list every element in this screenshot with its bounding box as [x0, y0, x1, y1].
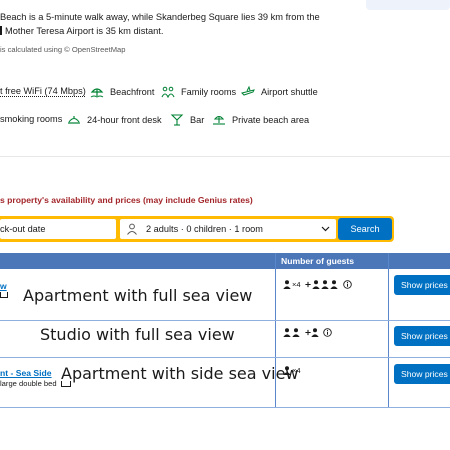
info-icon[interactable] — [342, 280, 352, 289]
amenity-wifi: t free WiFi (74 Mbps) — [0, 86, 86, 96]
amenity-front-desk: 24-hour front desk — [67, 114, 162, 126]
row-divider — [0, 357, 450, 358]
cocktail-icon — [170, 114, 184, 126]
occupancy-indicator — [283, 328, 332, 337]
room-caption-overlay: Apartment with side sea view — [61, 364, 299, 383]
person-icon — [283, 280, 291, 289]
openstreetmap-note: is calculated using © OpenStreetMap — [0, 45, 126, 54]
amenity-label: Bar — [190, 115, 205, 125]
location-line-2: Mother Teresa Airport is 35 km distant. — [0, 24, 330, 38]
family-icon — [161, 86, 175, 98]
availability-title: s property's availability and prices (ma… — [0, 195, 253, 205]
guests-value: 2 adults · 0 children · 1 room — [146, 224, 263, 234]
person-icon — [311, 328, 319, 337]
column-header-guests: Number of guests — [281, 256, 355, 266]
table-bottom-border — [0, 407, 450, 408]
search-button[interactable]: Search — [338, 218, 392, 240]
column-divider — [388, 253, 389, 408]
person-icon — [283, 366, 291, 375]
occupancy-indicator: ×4 — [283, 366, 301, 375]
amenity-private-beach: Private beach area — [212, 114, 309, 126]
row-divider — [0, 320, 450, 321]
room-caption-overlay: Studio with full sea view — [40, 325, 235, 344]
location-line-1: Beach is a 5-minute walk away, while Ska… — [0, 12, 320, 22]
room-caption-overlay: Apartment with full sea view — [23, 286, 253, 305]
occupancy-indicator: ×4 — [283, 280, 352, 289]
amenity-label: Airport shuttle — [261, 87, 318, 97]
amenity-family-rooms: Family rooms — [161, 86, 236, 98]
person-icon — [127, 223, 137, 235]
amenity-non-smoking: smoking rooms — [0, 114, 62, 124]
table-header: Number of guests — [0, 253, 450, 269]
amenity-label: Private beach area — [232, 115, 310, 125]
plus-icon — [305, 281, 311, 288]
front-desk-icon — [67, 114, 81, 126]
show-prices-button[interactable]: Show prices — [394, 326, 450, 346]
checkout-date-field[interactable]: ck-out date — [0, 219, 116, 239]
amenity-label: smoking rooms — [0, 114, 63, 124]
room-name-link[interactable]: nt - Sea Side — [0, 368, 52, 378]
chevron-down-icon — [321, 226, 330, 232]
top-right-panel-edge — [366, 0, 450, 10]
bed-icon — [0, 292, 8, 298]
column-divider — [275, 253, 276, 408]
bed-description: large double bed — [0, 379, 57, 388]
amenity-label: Family rooms — [181, 87, 237, 97]
room-name-link[interactable]: w — [0, 281, 7, 291]
room-table: Number of guests w Apartment with full s… — [0, 253, 450, 408]
amenity-label: t free WiFi (74 Mbps) — [0, 86, 86, 96]
checkout-date-label: ck-out date — [0, 224, 46, 234]
amenity-label: 24-hour front desk — [87, 115, 162, 125]
private-beach-icon — [212, 114, 226, 126]
two-persons-icon — [283, 328, 300, 337]
show-prices-button[interactable]: Show prices — [394, 364, 450, 384]
shuttle-icon — [241, 86, 255, 98]
guests-selector[interactable]: 2 adults · 0 children · 1 room — [120, 219, 336, 239]
beach-umbrella-icon — [90, 86, 104, 98]
amenity-label: Beachfront — [110, 87, 155, 97]
amenity-bar: Bar — [170, 114, 204, 126]
location-description: Beach is a 5-minute walk away, while Ska… — [0, 10, 330, 38]
amenity-beachfront: Beachfront — [90, 86, 154, 98]
info-icon[interactable] — [323, 328, 332, 337]
show-prices-button[interactable]: Show prices — [394, 275, 450, 295]
section-divider — [0, 156, 450, 157]
amenity-airport-shuttle: Airport shuttle — [241, 86, 318, 98]
extra-guests-icon — [311, 280, 338, 289]
